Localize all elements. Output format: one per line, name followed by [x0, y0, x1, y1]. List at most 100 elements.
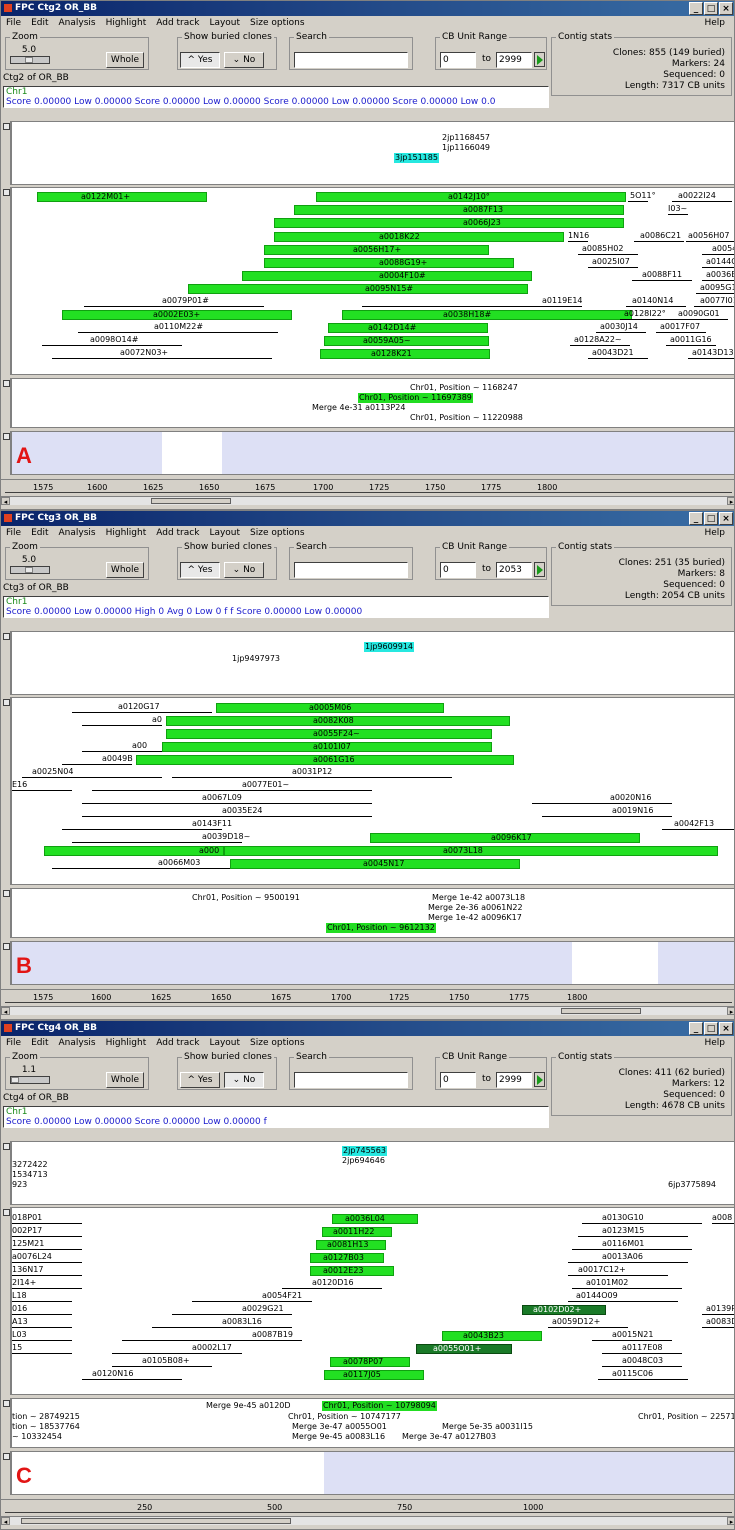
clone-bar[interactable]: a0128I22°	[620, 309, 680, 320]
clone-bar[interactable]: a0130G10	[582, 1213, 702, 1224]
clone-bar[interactable]: a0048C03	[602, 1356, 682, 1367]
clone-bar[interactable]: a000	[44, 846, 224, 856]
buried-yes-toggle[interactable]: ^ Yes	[180, 1072, 220, 1088]
clone-bar[interactable]: a0085H02	[578, 244, 638, 255]
menu-layout[interactable]: Layout	[204, 1036, 245, 1051]
clone-bar[interactable]: a0072N03+	[52, 348, 272, 359]
clone-bar[interactable]: a0	[82, 715, 162, 726]
clone-bar[interactable]: a0035E24	[82, 806, 372, 817]
range-from-input[interactable]: 0	[440, 562, 476, 578]
clone-bar[interactable]: 1N16	[568, 231, 589, 242]
clone-bar[interactable]: a0144O09	[568, 1291, 678, 1302]
clone-bar[interactable]: a0036E0	[702, 270, 734, 281]
track-side-handle[interactable]	[1, 1207, 11, 1395]
clone-bar[interactable]: 136N17	[12, 1265, 82, 1276]
clone-bar[interactable]: a0073L18	[224, 846, 718, 856]
menu-layout[interactable]: Layout	[204, 526, 245, 541]
clone-bar[interactable]: a0043D21	[588, 348, 648, 359]
clone-bar[interactable]: a0002L17	[112, 1343, 242, 1354]
marker-label[interactable]: 1jp1166049	[442, 143, 490, 153]
clone-bar[interactable]: a0025N04	[22, 767, 162, 778]
menu-file[interactable]: File	[1, 16, 26, 31]
track-side-handle[interactable]	[1, 121, 11, 185]
clone-bar[interactable]: a0077E01~	[92, 780, 372, 791]
clone-bar[interactable]: a0076L24	[12, 1252, 82, 1263]
range-from-input[interactable]: 0	[440, 1072, 476, 1088]
track-side-handle[interactable]	[1, 697, 11, 885]
clone-bar[interactable]: a0122M01+	[37, 192, 207, 202]
menu-file[interactable]: File	[1, 526, 26, 541]
scrollbar-thumb[interactable]	[151, 498, 231, 504]
marker-label[interactable]: 1jp9609914	[364, 642, 415, 652]
minimize-icon[interactable]: _	[689, 2, 703, 15]
menu-add-track[interactable]: Add track	[151, 1036, 204, 1051]
menu-analysis[interactable]: Analysis	[54, 526, 101, 541]
track-side-handle[interactable]	[1, 888, 11, 938]
clone-bar[interactable]: a0088G19+	[264, 258, 514, 268]
horizontal-scrollbar[interactable]: ◂ ▸	[1, 1006, 734, 1016]
scroll-right-icon[interactable]: ▸	[727, 1517, 734, 1526]
clone-bar[interactable]: a0030J14	[596, 322, 646, 333]
menu-layout[interactable]: Layout	[204, 16, 245, 31]
clone-bar[interactable]: a0143D13	[688, 348, 734, 359]
horizontal-scrollbar[interactable]: ◂ ▸	[1, 496, 734, 506]
range-to-input[interactable]: 2053	[496, 562, 532, 578]
menu-size-options[interactable]: Size options	[245, 16, 309, 31]
search-input[interactable]	[294, 1072, 408, 1088]
clone-bar[interactable]: a0015N21	[592, 1330, 672, 1341]
minimize-icon[interactable]: _	[689, 512, 703, 525]
menu-edit[interactable]: Edit	[26, 16, 53, 31]
clone-bar[interactable]: a0038H18#	[342, 310, 632, 320]
track-side-handle[interactable]	[1, 631, 11, 695]
clone-bar[interactable]: a0101I07	[162, 742, 492, 752]
scroll-right-icon[interactable]: ▸	[727, 497, 734, 506]
clone-bar[interactable]: a0054F21	[192, 1291, 312, 1302]
clone-bar[interactable]: a0043B23	[442, 1331, 542, 1341]
scroll-left-icon[interactable]: ◂	[1, 1517, 10, 1526]
clone-bar[interactable]: a0120G17	[72, 702, 212, 713]
clone-bar[interactable]: a0144C1	[702, 257, 734, 268]
go-arrow-icon[interactable]	[534, 52, 545, 67]
menu-analysis[interactable]: Analysis	[54, 1036, 101, 1051]
clone-bar[interactable]: a0142J10°	[316, 192, 626, 202]
track-side-handle[interactable]	[1, 187, 11, 375]
clone-bar[interactable]: a0117E08	[602, 1343, 682, 1354]
clone-bar[interactable]: a0004F10#	[242, 271, 532, 281]
marker-label[interactable]: 923	[12, 1180, 27, 1190]
clone-bar[interactable]: a0017C12+	[568, 1265, 668, 1276]
clone-bar[interactable]: a0025I07	[588, 257, 638, 268]
clone-bar[interactable]: 002P17	[12, 1226, 82, 1237]
whole-button[interactable]: Whole	[106, 562, 144, 578]
close-icon[interactable]: ×	[719, 1022, 733, 1035]
clone-bar[interactable]: a0079P01#	[84, 296, 264, 307]
clone-bar[interactable]: 5O11°	[628, 191, 656, 202]
marker-label[interactable]: 2jp694646	[342, 1156, 385, 1166]
marker-label[interactable]: 1534713	[12, 1170, 48, 1180]
maximize-icon[interactable]: □	[704, 512, 718, 525]
clone-bar[interactable]: a0078P07	[330, 1357, 410, 1367]
clone-bar[interactable]: a0105B08+	[112, 1356, 212, 1367]
menu-highlight[interactable]: Highlight	[101, 526, 152, 541]
whole-button[interactable]: Whole	[106, 1072, 144, 1088]
clone-bar[interactable]: a0055F24~	[166, 729, 492, 739]
clone-bar[interactable]: a0096K17	[370, 833, 640, 843]
clone-bar[interactable]: a0055O01+	[416, 1344, 512, 1354]
clone-bar[interactable]: 125M21	[12, 1239, 82, 1250]
clone-bar[interactable]: a0101M02	[572, 1278, 682, 1289]
clone-bar[interactable]: a0067L09	[82, 793, 372, 804]
menu-file[interactable]: File	[1, 1036, 26, 1051]
menu-add-track[interactable]: Add track	[151, 16, 204, 31]
clone-bar[interactable]: a0142D14#	[328, 323, 488, 333]
clone-bar[interactable]: a0098O14#	[42, 335, 182, 346]
clone-bar[interactable]: a0020N16	[532, 793, 672, 804]
range-to-input[interactable]: 2999	[496, 52, 532, 68]
clone-bar[interactable]: a0018K22	[274, 232, 564, 242]
search-input[interactable]	[294, 52, 408, 68]
menu-highlight[interactable]: Highlight	[101, 16, 152, 31]
track-side-handle[interactable]	[1, 1451, 11, 1495]
clone-bar[interactable]: a0139P1	[702, 1304, 734, 1315]
clone-bar[interactable]: a0042F13	[662, 819, 734, 830]
scrollbar-thumb[interactable]	[561, 1008, 641, 1014]
clone-bar[interactable]: a0039D18~	[72, 832, 250, 843]
track-side-handle[interactable]	[1, 378, 11, 428]
